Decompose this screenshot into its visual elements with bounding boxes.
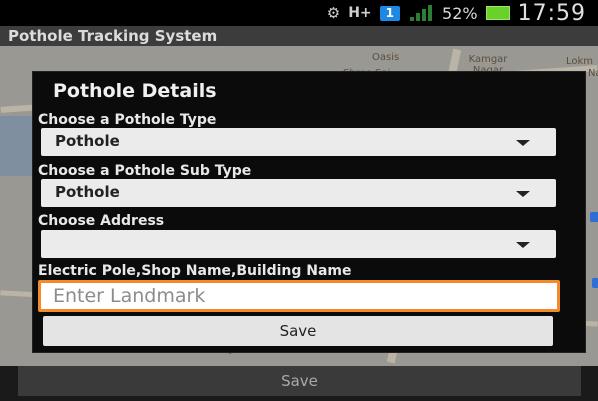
- map-label: Lokm: [566, 56, 594, 67]
- map-marker-icon[interactable]: [590, 212, 598, 222]
- battery-icon: [485, 6, 510, 20]
- dialog-save-button[interactable]: Save: [43, 316, 553, 346]
- address-label: Choose Address: [38, 213, 165, 229]
- landmark-placeholder: Enter Landmark: [53, 285, 206, 307]
- address-select[interactable]: [41, 230, 556, 258]
- pothole-subtype-label: Choose a Pothole Sub Type: [38, 163, 252, 179]
- status-bar: ⚙ H+ 1 52% 17:59: [0, 0, 598, 26]
- map-marker-icon[interactable]: [592, 278, 598, 288]
- dropdown-arrow-icon: [516, 191, 530, 197]
- pothole-details-dialog: Pothole Details Choose a Pothole Type Po…: [33, 72, 585, 352]
- pothole-type-value: Pothole: [55, 132, 120, 150]
- dropdown-arrow-icon: [516, 242, 530, 248]
- usb-debug-icon: ⚙: [326, 4, 341, 22]
- pothole-type-label: Choose a Pothole Type: [38, 112, 217, 128]
- clock: 17:59: [517, 0, 586, 26]
- dropdown-arrow-icon: [516, 140, 530, 146]
- pothole-subtype-value: Pothole: [55, 183, 120, 201]
- save-button[interactable]: Save: [18, 366, 581, 396]
- map-label: Nag: [588, 68, 598, 79]
- map-label: Oasis: [372, 52, 400, 63]
- notification-badge: 1: [379, 5, 401, 21]
- signal-icon: [408, 5, 434, 21]
- network-type-label: H+: [348, 5, 372, 21]
- pothole-subtype-select[interactable]: Pothole: [41, 179, 556, 207]
- dialog-title: Pothole Details: [53, 80, 217, 102]
- status-icons: ⚙ H+ 1 52% 17:59: [326, 0, 586, 26]
- landmark-input[interactable]: Enter Landmark: [38, 280, 560, 312]
- battery-percent: 52%: [442, 3, 478, 23]
- landmark-label: Electric Pole,Shop Name,Building Name: [38, 263, 352, 279]
- pothole-type-select[interactable]: Pothole: [41, 128, 556, 156]
- app-title: Pothole Tracking System: [0, 26, 598, 46]
